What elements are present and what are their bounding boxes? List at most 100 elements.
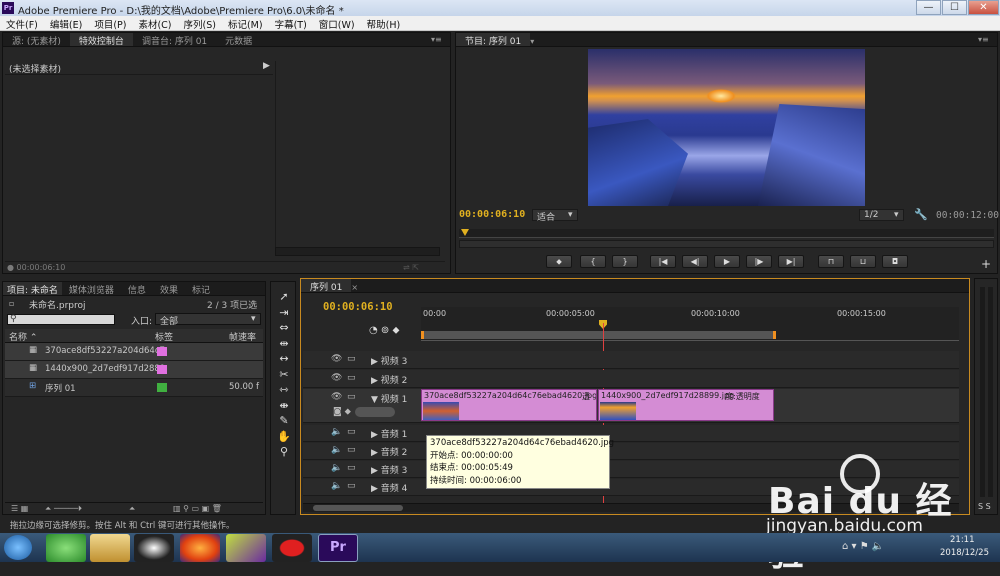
tab-program[interactable]: 节目: 序列 01 bbox=[456, 33, 531, 46]
speaker-icon[interactable]: 🔈 bbox=[331, 445, 342, 455]
mini-timeline-scroll[interactable] bbox=[275, 247, 440, 256]
folder-icon[interactable] bbox=[90, 534, 130, 562]
timeline-clip-2[interactable]: 1440x900_2d7edf917d28899.jpg 度:透明度 bbox=[598, 389, 774, 421]
zoom-tool-icon[interactable]: ⚲ bbox=[277, 444, 291, 460]
tab-effects[interactable]: 效果 bbox=[153, 282, 185, 295]
resolution-select[interactable]: 1/2 ▾ bbox=[859, 209, 904, 221]
maximize-button[interactable]: ☐ bbox=[942, 0, 967, 15]
project-item-3[interactable]: ⊞ 序列 01 50.00 f bbox=[5, 379, 263, 397]
program-playhead-icon[interactable] bbox=[461, 229, 469, 236]
project-search-input[interactable]: ⚲ bbox=[7, 314, 115, 325]
mark-out-button[interactable]: } bbox=[612, 255, 638, 268]
tab-source[interactable]: 源: (无素材) bbox=[3, 33, 70, 46]
timeline-ruler[interactable]: 00:00 00:00:05:00 00:00:10:00 00:00:15:0… bbox=[421, 307, 959, 341]
play-button[interactable]: ▶ bbox=[714, 255, 740, 268]
menu-sequence[interactable]: 序列(S) bbox=[178, 16, 222, 31]
extract-button[interactable]: ⊔ bbox=[850, 255, 876, 268]
snap-toggle-icon[interactable]: ◔ ⊚ ⬥ bbox=[369, 325, 399, 336]
panel-menu-icon[interactable]: ▾≡ bbox=[431, 35, 442, 44]
add-marker-button[interactable]: ⬥ bbox=[546, 255, 572, 268]
work-area-bar[interactable] bbox=[421, 331, 776, 339]
close-tab-icon[interactable]: × bbox=[351, 283, 358, 292]
in-point-select[interactable]: 全部 ▾ bbox=[155, 313, 261, 327]
keyframe-icon[interactable]: ◙ ⬥ bbox=[333, 407, 351, 417]
razor-tool-icon[interactable]: ✂ bbox=[277, 367, 291, 383]
keyframe-toggle[interactable] bbox=[355, 407, 395, 417]
menu-marker[interactable]: 标记(M) bbox=[222, 16, 269, 31]
menu-file[interactable]: 文件(F) bbox=[0, 16, 44, 31]
eye-icon[interactable]: 👁 bbox=[331, 354, 342, 364]
program-menu-icon[interactable]: ▾≡ bbox=[978, 35, 989, 44]
menu-help[interactable]: 帮助(H) bbox=[361, 16, 407, 31]
lock-icon[interactable]: ▭ bbox=[347, 481, 356, 491]
lock-icon[interactable]: ▭ bbox=[347, 373, 356, 383]
project-item-2[interactable]: ▦ 1440x900_2d7edf917d2889 bbox=[5, 361, 263, 379]
go-to-out-button[interactable]: ▶| bbox=[778, 255, 804, 268]
track-select-tool-icon[interactable]: ⇥ bbox=[277, 305, 291, 321]
lock-icon[interactable]: ▭ bbox=[347, 463, 356, 473]
minimize-button[interactable]: — bbox=[916, 0, 941, 15]
rolling-edit-tool-icon[interactable]: ⇹ bbox=[277, 336, 291, 352]
col-label[interactable]: 标签 bbox=[155, 330, 173, 343]
zoom-slider[interactable]: ⏶ ─────⏵ bbox=[45, 504, 82, 514]
tray-icons[interactable]: ⌂ ▾ ⚑ 🔈 bbox=[842, 541, 884, 552]
tab-markers[interactable]: 标记 bbox=[185, 282, 217, 295]
program-ruler[interactable] bbox=[459, 229, 994, 238]
speaker-icon[interactable]: 🔈 bbox=[331, 463, 342, 473]
step-forward-button[interactable]: |▶ bbox=[746, 255, 772, 268]
firefox-icon[interactable] bbox=[180, 534, 220, 562]
eye-icon[interactable]: 👁 bbox=[331, 373, 342, 383]
col-name[interactable]: 名称 bbox=[9, 333, 27, 343]
menu-window[interactable]: 窗口(W) bbox=[313, 16, 361, 31]
fit-select[interactable]: 适合 ▾ bbox=[532, 209, 578, 223]
tab-project[interactable]: 项目: 未命名 bbox=[3, 282, 62, 295]
menu-edit[interactable]: 编辑(E) bbox=[44, 16, 88, 31]
lock-icon[interactable]: ▭ bbox=[347, 354, 356, 364]
col-fps[interactable]: 帧速率 bbox=[229, 330, 256, 343]
tab-sequence[interactable]: 序列 01 bbox=[301, 279, 352, 292]
lock-icon[interactable]: ▭ bbox=[347, 445, 356, 455]
qq-icon[interactable] bbox=[134, 534, 174, 562]
start-button-icon[interactable] bbox=[4, 535, 32, 560]
rate-stretch-tool-icon[interactable]: ↔ bbox=[277, 351, 291, 367]
program-zoom-bar[interactable] bbox=[459, 240, 994, 248]
slide-tool-icon[interactable]: ⇼ bbox=[277, 398, 291, 414]
tab-info[interactable]: 信息 bbox=[121, 282, 153, 295]
expand-arrow-icon[interactable]: ▶ bbox=[263, 61, 270, 71]
add-button-icon[interactable]: + bbox=[981, 257, 991, 271]
menu-clip[interactable]: 素材(C) bbox=[132, 16, 177, 31]
slip-tool-icon[interactable]: ⇿ bbox=[277, 382, 291, 398]
program-dropdown-icon[interactable]: ▾ bbox=[530, 37, 534, 46]
export-frame-button[interactable]: ◘ bbox=[882, 255, 908, 268]
list-view-icon[interactable]: ☰ ▦ bbox=[11, 504, 28, 513]
recorder-icon[interactable] bbox=[272, 534, 312, 562]
bin-tools-icon[interactable]: ▥ ⚲ ▭ ▣ 🗑 bbox=[173, 504, 222, 513]
selection-tool-icon[interactable]: ➚ bbox=[277, 289, 291, 305]
pen-tool-icon[interactable]: ✎ bbox=[277, 413, 291, 429]
hand-tool-icon[interactable]: ✋ bbox=[277, 429, 291, 445]
timeline-clip-1[interactable]: 370ace8df53227a204d64c76ebad4620.jpg 透 bbox=[421, 389, 597, 421]
go-to-in-button[interactable]: |◀ bbox=[650, 255, 676, 268]
wrench-icon[interactable]: 🔧 bbox=[914, 208, 928, 221]
menu-title[interactable]: 字幕(T) bbox=[269, 16, 313, 31]
lift-button[interactable]: ⊓ bbox=[818, 255, 844, 268]
menu-project[interactable]: 项目(P) bbox=[88, 16, 132, 31]
tab-audio-mixer[interactable]: 调音台: 序列 01 bbox=[133, 33, 216, 46]
step-back-button[interactable]: ◀| bbox=[682, 255, 708, 268]
tab-metadata[interactable]: 元数据 bbox=[216, 33, 261, 46]
speaker-icon[interactable]: 🔈 bbox=[331, 481, 342, 491]
loop-icon[interactable]: ⇌ ⇱ bbox=[403, 263, 419, 272]
premiere-taskbar-icon[interactable]: Pr bbox=[318, 534, 358, 562]
close-button[interactable]: ✕ bbox=[968, 0, 999, 15]
video-app-icon[interactable] bbox=[226, 534, 266, 562]
scroll-thumb[interactable] bbox=[313, 505, 403, 511]
lock-icon[interactable]: ▭ bbox=[347, 392, 356, 402]
project-item-1[interactable]: ▦ 370ace8df53227a204d64c7 bbox=[5, 343, 263, 361]
lock-icon[interactable]: ▭ bbox=[347, 427, 356, 437]
eye-icon[interactable]: 👁 bbox=[331, 392, 342, 402]
speaker-icon[interactable]: 🔈 bbox=[331, 427, 342, 437]
mark-in-button[interactable]: { bbox=[580, 255, 606, 268]
ripple-edit-tool-icon[interactable]: ⇔ bbox=[277, 320, 291, 336]
tab-effect-controls[interactable]: 特效控制台 bbox=[69, 33, 133, 46]
tab-media-browser[interactable]: 媒体浏览器 bbox=[62, 282, 121, 295]
